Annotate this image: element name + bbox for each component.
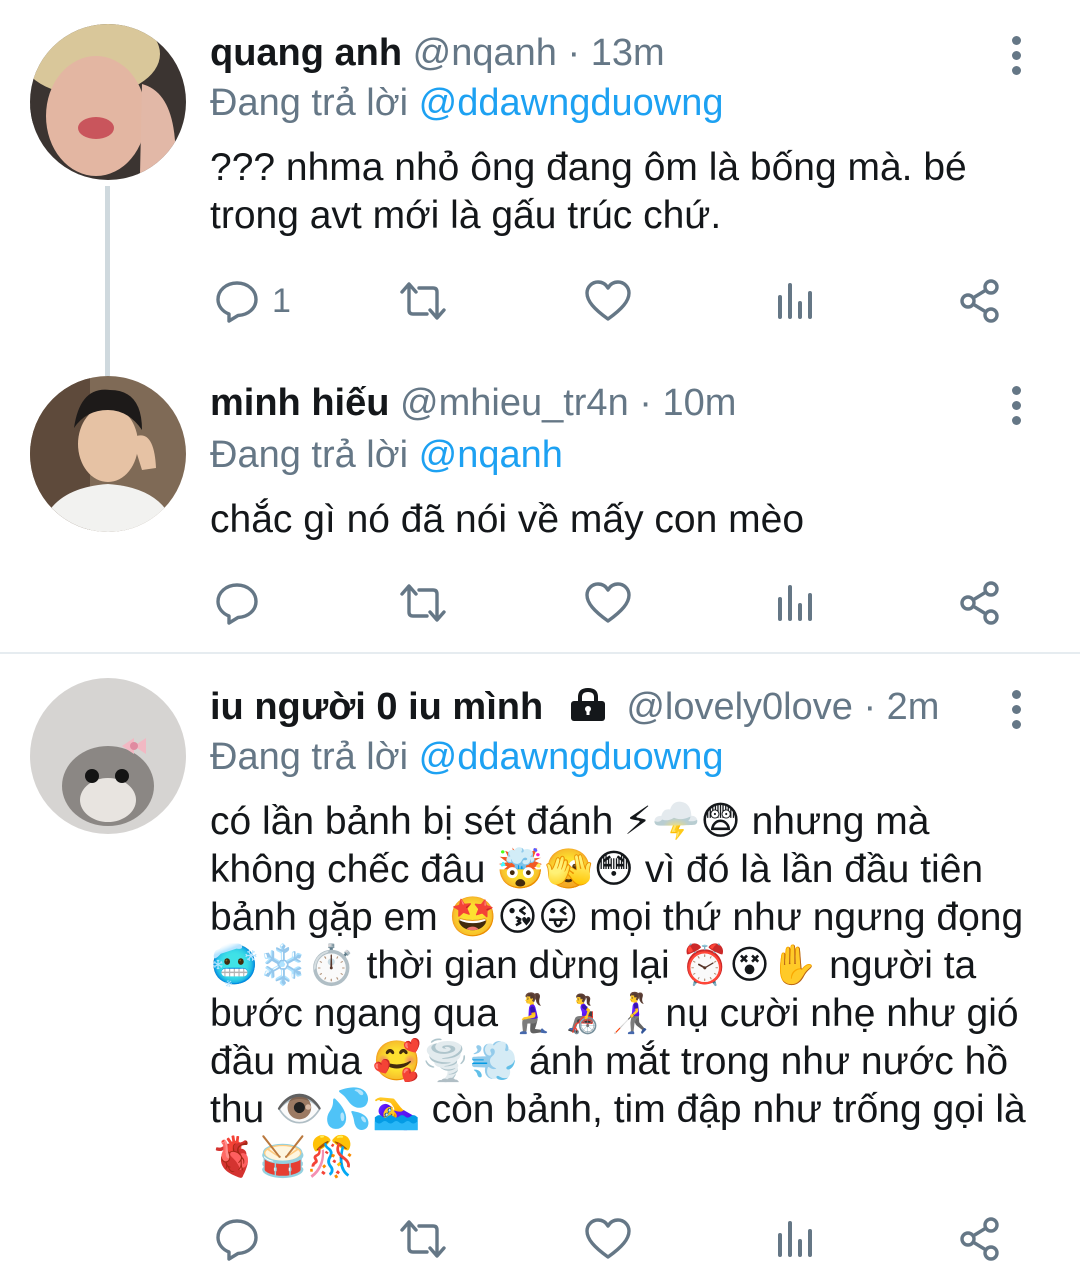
more-options-icon[interactable] <box>1003 690 1029 735</box>
tweet-header: minh hiếu @mhieu_tr4n · 10m <box>210 380 736 426</box>
separator-dot: · <box>639 382 652 424</box>
reply-mention-link[interactable]: @ddawngduowng <box>419 736 724 778</box>
analytics-button[interactable] <box>776 578 816 628</box>
analytics-icon <box>776 1219 816 1259</box>
analytics-button[interactable] <box>776 276 816 326</box>
retweet-icon <box>398 580 448 626</box>
tweet-text: có lần bảnh bị sét đánh ⚡🌩️😨 nhưng mà kh… <box>210 800 1026 1179</box>
reply-prefix: Đang trả lời <box>210 82 409 124</box>
like-icon <box>584 581 632 625</box>
tweet-header: iu người 0 iu mình @lovely0love · 2m <box>210 684 939 734</box>
reply-prefix: Đang trả lời <box>210 434 409 476</box>
more-options-icon[interactable] <box>1003 36 1029 81</box>
retweet-button[interactable] <box>398 1214 448 1264</box>
timestamp[interactable]: 10m <box>662 382 736 424</box>
like-button[interactable] <box>584 1214 632 1264</box>
like-icon <box>584 1217 632 1261</box>
retweet-icon <box>398 1216 448 1262</box>
share-button[interactable] <box>958 1214 1004 1264</box>
reply-mention-link[interactable]: @nqanh <box>419 434 563 476</box>
separator-dot: · <box>863 686 877 728</box>
tweet-actions <box>210 578 1040 628</box>
tweet-3[interactable]: iu người 0 iu mình @lovely0love · 2m Đan… <box>0 654 1080 1276</box>
retweet-button[interactable] <box>398 276 448 326</box>
display-name[interactable]: quang anh <box>210 32 402 74</box>
analytics-button[interactable] <box>776 1214 816 1264</box>
retweet-icon <box>398 278 448 324</box>
separator-dot: · <box>567 32 581 74</box>
reply-prefix: Đang trả lời <box>210 736 409 778</box>
avatar-minh-hieu[interactable] <box>30 376 186 532</box>
user-handle[interactable]: @lovely0love <box>626 686 853 728</box>
user-handle[interactable]: @mhieu_tr4n <box>400 382 629 424</box>
tweet-actions: 1 <box>210 276 1040 326</box>
share-button[interactable] <box>958 276 1004 326</box>
user-handle[interactable]: @nqanh <box>413 32 557 74</box>
tweet-text: ??? nhma nhỏ ông đang ôm là bống mà. bé … <box>210 146 967 237</box>
share-icon <box>958 580 1004 626</box>
avatar-quang-anh[interactable] <box>30 24 186 180</box>
display-name[interactable]: iu người 0 iu mình <box>210 686 543 728</box>
reply-icon <box>214 1216 260 1262</box>
like-button[interactable] <box>584 276 632 326</box>
share-icon <box>958 278 1004 324</box>
analytics-icon <box>776 583 816 623</box>
reply-context: Đang trả lời @ddawngduowng <box>210 734 723 780</box>
tweet-2[interactable]: minh hiếu @mhieu_tr4n · 10m Đang trả lời… <box>0 360 1080 650</box>
reply-button[interactable]: 1 <box>214 276 291 326</box>
timestamp[interactable]: 13m <box>591 32 665 74</box>
analytics-icon <box>776 281 816 321</box>
reply-context: Đang trả lời @nqanh <box>210 432 563 478</box>
reply-count: 1 <box>272 281 291 320</box>
lock-icon <box>568 687 608 734</box>
avatar-hamster[interactable] <box>30 678 186 834</box>
retweet-button[interactable] <box>398 578 448 628</box>
like-icon <box>584 279 632 323</box>
tweet-header: quang anh @nqanh · 13m <box>210 30 665 76</box>
reply-icon <box>214 278 260 324</box>
timestamp[interactable]: 2m <box>887 686 940 728</box>
share-button[interactable] <box>958 578 1004 628</box>
reply-button[interactable] <box>214 578 272 628</box>
reply-icon <box>214 580 260 626</box>
share-icon <box>958 1216 1004 1262</box>
reply-context: Đang trả lời @ddawngduowng <box>210 80 723 126</box>
tweet-text: chắc gì nó đã nói về mấy con mèo <box>210 498 805 541</box>
more-options-icon[interactable] <box>1003 386 1029 431</box>
display-name[interactable]: minh hiếu <box>210 382 389 424</box>
tweet-actions <box>210 1214 1040 1264</box>
reply-mention-link[interactable]: @ddawngduowng <box>419 82 724 124</box>
reply-button[interactable] <box>214 1214 272 1264</box>
tweet-1[interactable]: quang anh @nqanh · 13m Đang trả lời @dda… <box>0 0 1080 360</box>
like-button[interactable] <box>584 578 632 628</box>
